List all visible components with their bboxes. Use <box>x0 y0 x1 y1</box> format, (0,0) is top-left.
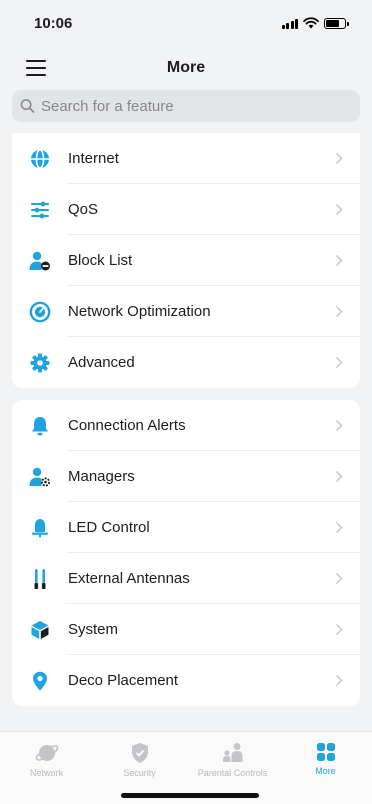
cellular-signal-icon <box>281 18 298 29</box>
menu-item-label: QoS <box>68 201 99 218</box>
chevron-right-icon <box>326 356 352 369</box>
family-icon <box>222 743 242 762</box>
tab-label: Parental Controls <box>197 768 268 778</box>
chevron-right-icon <box>326 521 352 534</box>
menu-item-label: LED Control <box>68 519 150 536</box>
location-pin-icon <box>28 669 52 693</box>
hamburger-menu-icon[interactable] <box>26 60 46 76</box>
tab-label: More <box>315 766 336 776</box>
grid-icon <box>316 743 335 761</box>
network-icon <box>35 745 58 761</box>
settings-group-network: Internet QoS Block List Network Optimiza… <box>12 133 360 388</box>
nav-bar: More <box>0 46 372 90</box>
sliders-icon <box>28 198 52 222</box>
menu-item-deco-placement[interactable]: Deco Placement <box>26 655 360 706</box>
user-block-icon <box>28 249 52 273</box>
menu-item-external-antennas[interactable]: External Antennas <box>26 553 360 604</box>
menu-item-led-control[interactable]: LED Control <box>26 502 360 553</box>
menu-item-connection-alerts[interactable]: Connection Alerts <box>26 400 360 451</box>
menu-item-label: Block List <box>68 252 133 269</box>
optimization-icon <box>28 300 52 324</box>
chevron-right-icon <box>326 623 352 636</box>
tab-security[interactable]: Security <box>93 742 186 780</box>
menu-item-system[interactable]: System <box>26 604 360 655</box>
cube-icon <box>28 618 52 642</box>
bell-icon <box>28 414 52 438</box>
menu-item-label: Internet <box>68 150 119 167</box>
tab-more[interactable]: More <box>279 742 372 780</box>
status-bar: 10:06 <box>0 0 372 46</box>
antenna-icon <box>28 567 52 591</box>
menu-item-label: Advanced <box>68 354 135 371</box>
menu-item-label: System <box>68 621 119 638</box>
menu-item-label: Deco Placement <box>68 672 179 689</box>
menu-item-qos[interactable]: QoS <box>26 184 360 235</box>
tab-network[interactable]: Network <box>0 742 93 780</box>
tab-label: Security <box>123 768 156 778</box>
wifi-icon <box>303 17 319 29</box>
menu-item-label: Network Optimization <box>68 303 211 320</box>
tab-bar: Network Security Parental Controls More <box>0 731 372 804</box>
home-indicator <box>121 793 259 798</box>
chevron-right-icon <box>326 254 352 267</box>
user-gear-icon <box>28 465 52 489</box>
search-bar[interactable] <box>12 90 360 122</box>
gear-icon <box>28 351 52 375</box>
chevron-right-icon <box>326 419 352 432</box>
shield-icon <box>131 743 148 763</box>
chevron-right-icon <box>326 470 352 483</box>
tab-parental-controls[interactable]: Parental Controls <box>186 742 279 780</box>
chevron-right-icon <box>326 674 352 687</box>
chevron-right-icon <box>326 203 352 216</box>
settings-group-system: Connection Alerts Managers LED Control E… <box>12 400 360 706</box>
led-icon <box>28 516 52 540</box>
chevron-right-icon <box>326 305 352 318</box>
battery-icon <box>324 17 349 29</box>
status-icons <box>281 17 349 29</box>
search-icon <box>20 99 35 113</box>
status-time: 10:06 <box>34 14 73 32</box>
tab-label: Network <box>29 768 63 778</box>
menu-item-label: Connection Alerts <box>68 417 186 434</box>
menu-item-block-list[interactable]: Block List <box>26 235 360 286</box>
menu-item-label: External Antennas <box>68 570 190 587</box>
search-input[interactable] <box>40 97 352 115</box>
page-title: More <box>166 59 206 76</box>
menu-item-advanced[interactable]: Advanced <box>26 337 360 388</box>
chevron-right-icon <box>326 152 352 165</box>
chevron-right-icon <box>326 572 352 585</box>
menu-item-managers[interactable]: Managers <box>26 451 360 502</box>
menu-item-internet[interactable]: Internet <box>26 133 360 184</box>
menu-item-network-optimization[interactable]: Network Optimization <box>26 286 360 337</box>
globe-icon <box>28 147 52 171</box>
menu-item-label: Managers <box>68 468 135 485</box>
